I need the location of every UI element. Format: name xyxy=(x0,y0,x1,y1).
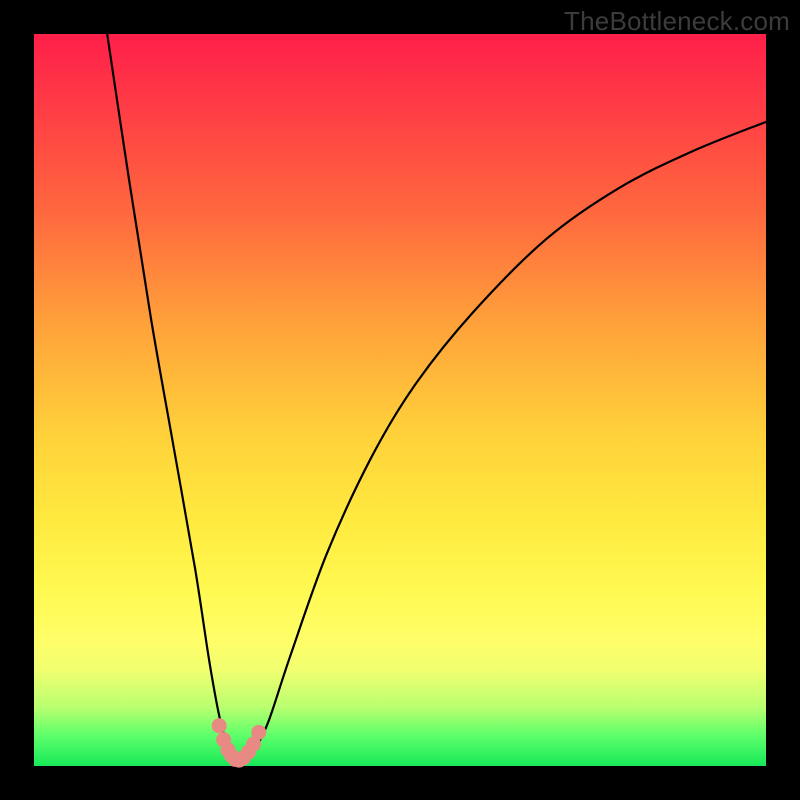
minimum-marker-group xyxy=(212,718,267,767)
bottleneck-curve-line xyxy=(107,34,766,760)
curve-svg xyxy=(34,34,766,766)
minimum-marker xyxy=(212,718,227,733)
chart-frame: TheBottleneck.com xyxy=(0,0,800,800)
watermark-text: TheBottleneck.com xyxy=(564,6,790,37)
plot-area xyxy=(34,34,766,766)
minimum-marker xyxy=(251,725,266,740)
curve-path xyxy=(107,34,766,760)
